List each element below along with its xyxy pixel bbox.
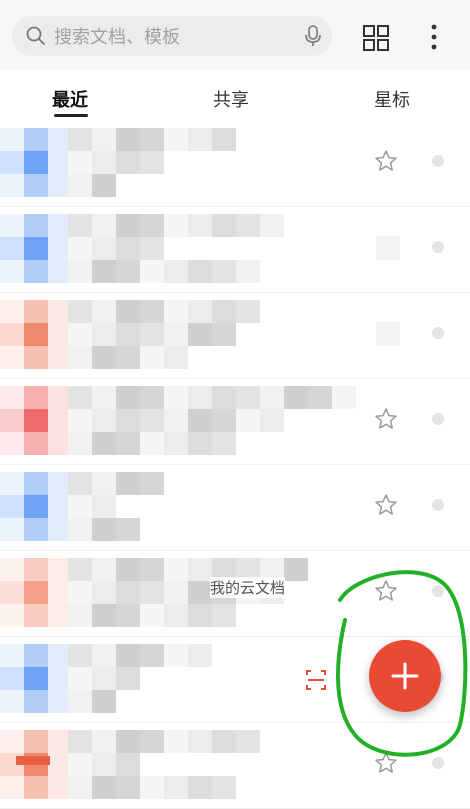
list-item[interactable] — [0, 206, 470, 293]
document-thumbnail — [0, 300, 72, 370]
tab-starred[interactable]: 星标 — [374, 86, 410, 112]
document-thumbnail — [0, 558, 72, 628]
list-item[interactable] — [0, 378, 470, 465]
more-options-dot[interactable] — [432, 499, 444, 511]
document-thumbnail — [0, 644, 72, 714]
more-options-dot[interactable] — [432, 241, 444, 253]
document-thumbnail — [0, 730, 72, 800]
search-icon — [26, 26, 45, 45]
list-item[interactable] — [0, 292, 470, 379]
star-placeholder-blurred — [376, 322, 400, 346]
tab-shared[interactable]: 共享 — [213, 86, 249, 112]
more-vertical-icon[interactable] — [424, 22, 444, 52]
microphone-icon[interactable] — [304, 25, 322, 47]
document-thumbnail — [0, 128, 72, 198]
search-input[interactable] — [52, 16, 296, 58]
list-item[interactable] — [0, 722, 470, 809]
list-item[interactable] — [0, 120, 470, 207]
scan-icon — [306, 670, 326, 690]
more-options-dot[interactable] — [432, 757, 444, 769]
star-outline-icon[interactable] — [374, 579, 398, 603]
more-options-dot[interactable] — [432, 155, 444, 167]
my-cloud-docs-label: 我的云文档 — [210, 577, 286, 598]
top-bar — [0, 0, 470, 70]
list-item[interactable] — [0, 464, 470, 551]
star-outline-icon[interactable] — [374, 149, 398, 173]
grid-view-icon[interactable] — [362, 24, 390, 52]
star-outline-icon[interactable] — [374, 493, 398, 517]
search-bar[interactable] — [12, 16, 332, 58]
more-options-dot[interactable] — [432, 585, 444, 597]
document-thumbnail — [0, 214, 72, 284]
document-thumbnail — [0, 386, 72, 456]
plus-icon — [391, 662, 419, 690]
star-outline-icon[interactable] — [374, 407, 398, 431]
create-document-button[interactable] — [369, 640, 441, 712]
tab-indicator — [54, 114, 88, 117]
document-thumbnail — [0, 472, 72, 542]
more-options-dot[interactable] — [432, 413, 444, 425]
more-options-dot[interactable] — [432, 327, 444, 339]
bottom-partial-thumb — [16, 756, 50, 765]
tab-bar: 最近 共享 星标 — [0, 70, 470, 120]
scan-button[interactable] — [300, 664, 332, 696]
tab-recent[interactable]: 最近 — [52, 86, 88, 112]
star-placeholder-blurred — [376, 236, 400, 260]
star-outline-icon[interactable] — [374, 751, 398, 775]
